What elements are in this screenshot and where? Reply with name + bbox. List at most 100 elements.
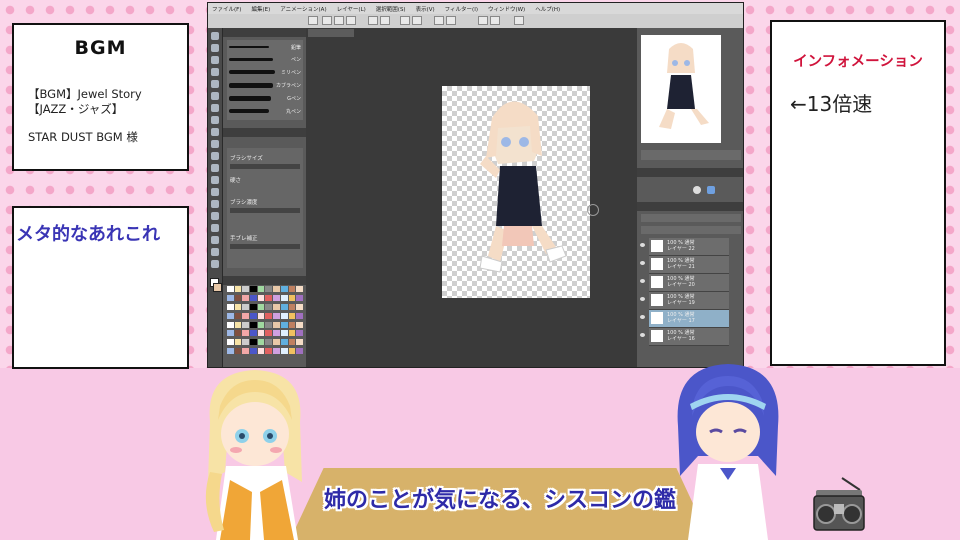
color-swatch[interactable] [296, 330, 303, 337]
menu-selection[interactable]: 選択範囲(S) [376, 5, 406, 13]
clear-icon[interactable] [400, 16, 410, 25]
color-swatch[interactable] [227, 286, 234, 292]
layer-tools-row[interactable] [641, 226, 741, 234]
color-swatch[interactable] [242, 321, 250, 328]
color-swatch[interactable] [257, 312, 265, 319]
eye-icon[interactable] [640, 297, 645, 301]
color-swatch[interactable] [250, 339, 257, 346]
color-swatch[interactable] [250, 321, 257, 328]
brush-tool-icon[interactable] [211, 116, 219, 124]
menu-window[interactable]: ウィンドウ(W) [488, 5, 525, 13]
color-swatch[interactable] [273, 286, 280, 292]
blend-mode-select[interactable] [641, 214, 741, 222]
menu-filter[interactable]: フィルター(I) [445, 5, 478, 13]
color-swatch[interactable] [250, 312, 257, 319]
color-swatch[interactable] [242, 312, 250, 319]
color-swatch[interactable] [257, 330, 265, 337]
color-swatch[interactable] [234, 321, 242, 328]
eye-icon[interactable] [640, 315, 645, 319]
color-swatch[interactable] [288, 348, 296, 355]
effect-circle-icon[interactable] [693, 186, 701, 194]
foreground-color-swatch[interactable] [213, 283, 222, 292]
blend-tool-icon[interactable] [211, 152, 219, 160]
color-swatch[interactable] [227, 321, 234, 328]
brush-name[interactable]: ミリペン [281, 69, 301, 76]
color-swatch[interactable] [227, 312, 234, 319]
color-swatch[interactable] [250, 286, 257, 292]
save-icon[interactable] [346, 16, 356, 25]
layer-tab[interactable] [637, 202, 743, 211]
color-swatch[interactable] [257, 339, 265, 346]
color-swatch[interactable] [296, 312, 303, 319]
open-icon[interactable] [334, 16, 344, 25]
color-swatch[interactable] [273, 312, 280, 319]
eraser-tool-icon[interactable] [211, 140, 219, 148]
color-swatch[interactable] [234, 294, 242, 301]
balloon-tool-icon[interactable] [211, 236, 219, 244]
color-swatch[interactable] [288, 312, 296, 319]
color-swatch[interactable] [273, 294, 280, 301]
color-swatch[interactable] [280, 339, 288, 346]
color-swatch[interactable] [250, 330, 257, 337]
color-swatch[interactable] [257, 321, 265, 328]
color-swatch[interactable] [234, 286, 242, 292]
color-swatch[interactable] [280, 286, 288, 292]
color-swatch[interactable] [288, 294, 296, 301]
color-swatch[interactable] [273, 321, 280, 328]
color-swatch[interactable] [280, 294, 288, 301]
color-swatch[interactable] [273, 303, 280, 310]
select-icon[interactable] [434, 16, 444, 25]
color-swatch[interactable] [265, 339, 273, 346]
frame-tool-icon[interactable] [211, 200, 219, 208]
color-swatch[interactable] [265, 294, 273, 301]
color-swatch[interactable] [242, 348, 250, 355]
color-swatch[interactable] [265, 286, 273, 292]
pencil-tool-icon[interactable] [211, 104, 219, 112]
color-swatch[interactable] [288, 303, 296, 310]
menu-layer[interactable]: レイヤー(L) [337, 5, 366, 13]
eye-icon[interactable] [640, 243, 645, 247]
color-swatch[interactable] [242, 330, 250, 337]
sub-tool-tab[interactable] [223, 28, 306, 37]
brush-name[interactable]: 鉛筆 [291, 44, 301, 51]
stabilization-slider[interactable] [230, 244, 300, 249]
eye-icon[interactable] [640, 279, 645, 283]
color-swatch[interactable] [280, 303, 288, 310]
select-tool-icon[interactable] [211, 56, 219, 64]
move-tool-icon[interactable] [211, 44, 219, 52]
color-swatch[interactable] [227, 330, 234, 337]
color-swatch[interactable] [250, 294, 257, 301]
fill-tool-icon[interactable] [211, 164, 219, 172]
color-swatch[interactable] [257, 286, 265, 292]
color-swatch[interactable] [280, 330, 288, 337]
pen-tool-icon[interactable] [211, 92, 219, 100]
color-swatch[interactable] [234, 348, 242, 355]
color-swatch[interactable] [234, 303, 242, 310]
brush-size-slider[interactable] [230, 164, 300, 169]
color-swatch[interactable] [234, 339, 242, 346]
color-swatch[interactable] [273, 339, 280, 346]
navigator-preview[interactable] [641, 35, 721, 143]
color-swatch[interactable] [227, 303, 234, 310]
color-swatch[interactable] [227, 348, 234, 355]
color-swatch[interactable] [265, 348, 273, 355]
color-swatch[interactable] [288, 321, 296, 328]
color-swatch[interactable] [288, 330, 296, 337]
drawing-canvas[interactable] [442, 86, 590, 298]
lasso-tool-icon[interactable] [211, 68, 219, 76]
menu-animation[interactable]: アニメーション(A) [280, 5, 326, 13]
menu-help[interactable]: ヘルプ(H) [535, 5, 560, 13]
color-set-tab[interactable] [223, 276, 306, 285]
color-swatch[interactable] [257, 294, 265, 301]
brush-stroke-preview[interactable] [229, 70, 275, 74]
color-swatch[interactable] [250, 348, 257, 355]
layer-row-selected[interactable]: 100 % 通常 レイヤー 17 [640, 310, 729, 328]
eye-icon[interactable] [640, 261, 645, 265]
brush-name[interactable]: カブラペン [276, 82, 301, 89]
layer-property-tab[interactable] [637, 168, 743, 177]
color-swatch[interactable] [227, 339, 234, 346]
color-swatch[interactable] [280, 348, 288, 355]
color-swatch[interactable] [296, 294, 303, 301]
brush-name[interactable]: Gペン [287, 95, 301, 102]
app-icon[interactable] [308, 16, 318, 25]
